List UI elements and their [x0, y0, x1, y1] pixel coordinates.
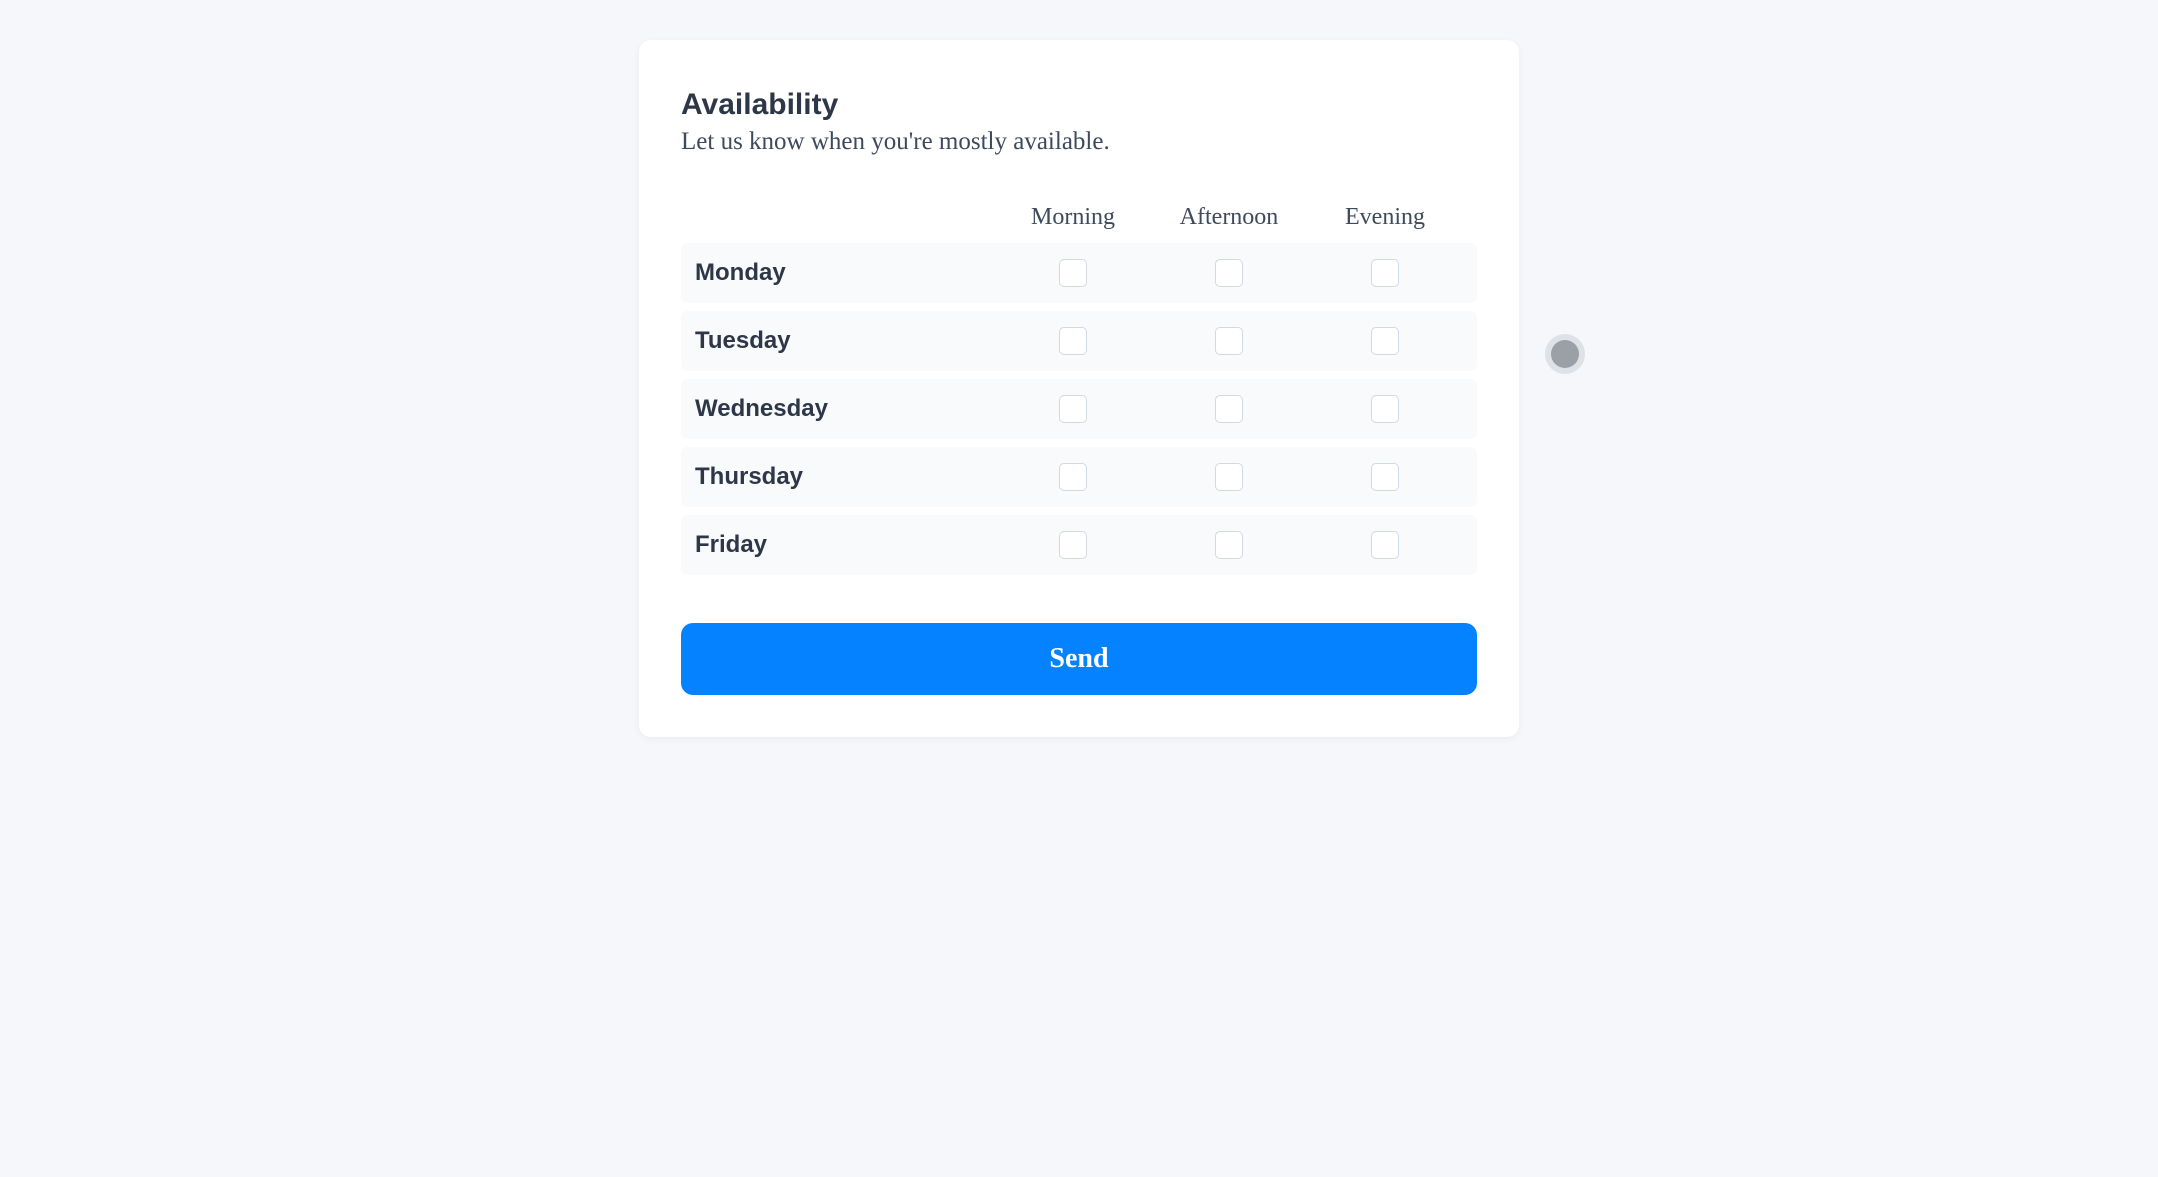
checkbox-cell [1151, 463, 1307, 491]
table-row: Friday [681, 515, 1477, 575]
checkbox-cell [1307, 395, 1463, 423]
day-label: Tuesday [695, 327, 995, 355]
checkbox-cell [995, 395, 1151, 423]
day-label: Wednesday [695, 395, 995, 423]
floating-action-icon[interactable] [1551, 340, 1579, 368]
card-subheading: Let us know when you're mostly available… [681, 128, 1477, 156]
checkbox-friday-evening[interactable] [1371, 531, 1399, 559]
checkbox-monday-morning[interactable] [1059, 259, 1087, 287]
checkbox-cell [995, 259, 1151, 287]
checkbox-cell [995, 327, 1151, 355]
checkbox-tuesday-evening[interactable] [1371, 327, 1399, 355]
checkbox-wednesday-afternoon[interactable] [1215, 395, 1243, 423]
checkbox-cell [1151, 395, 1307, 423]
checkbox-cell [1307, 259, 1463, 287]
table-header-spacer [695, 204, 995, 231]
table-header-row: Morning Afternoon Evening [681, 192, 1477, 243]
day-label: Thursday [695, 463, 995, 491]
column-header-afternoon: Afternoon [1151, 204, 1307, 231]
checkbox-monday-evening[interactable] [1371, 259, 1399, 287]
checkbox-cell [1151, 259, 1307, 287]
day-label: Monday [695, 259, 995, 287]
checkbox-wednesday-morning[interactable] [1059, 395, 1087, 423]
checkbox-cell [1307, 327, 1463, 355]
checkbox-friday-afternoon[interactable] [1215, 531, 1243, 559]
table-row: Tuesday [681, 311, 1477, 371]
checkbox-tuesday-morning[interactable] [1059, 327, 1087, 355]
checkbox-cell [1307, 531, 1463, 559]
availability-table: Morning Afternoon Evening Monday Tuesday… [681, 192, 1477, 575]
table-row: Thursday [681, 447, 1477, 507]
checkbox-monday-afternoon[interactable] [1215, 259, 1243, 287]
column-header-evening: Evening [1307, 204, 1463, 231]
checkbox-cell [1151, 531, 1307, 559]
card-heading: Availability [681, 88, 1477, 122]
table-row: Monday [681, 243, 1477, 303]
checkbox-cell [1307, 463, 1463, 491]
availability-card: Availability Let us know when you're mos… [639, 40, 1519, 737]
checkbox-friday-morning[interactable] [1059, 531, 1087, 559]
checkbox-thursday-evening[interactable] [1371, 463, 1399, 491]
day-label: Friday [695, 531, 995, 559]
column-header-morning: Morning [995, 204, 1151, 231]
checkbox-wednesday-evening[interactable] [1371, 395, 1399, 423]
checkbox-cell [995, 531, 1151, 559]
checkbox-tuesday-afternoon[interactable] [1215, 327, 1243, 355]
checkbox-cell [1151, 327, 1307, 355]
send-button[interactable]: Send [681, 623, 1477, 695]
checkbox-cell [995, 463, 1151, 491]
table-row: Wednesday [681, 379, 1477, 439]
checkbox-thursday-morning[interactable] [1059, 463, 1087, 491]
checkbox-thursday-afternoon[interactable] [1215, 463, 1243, 491]
